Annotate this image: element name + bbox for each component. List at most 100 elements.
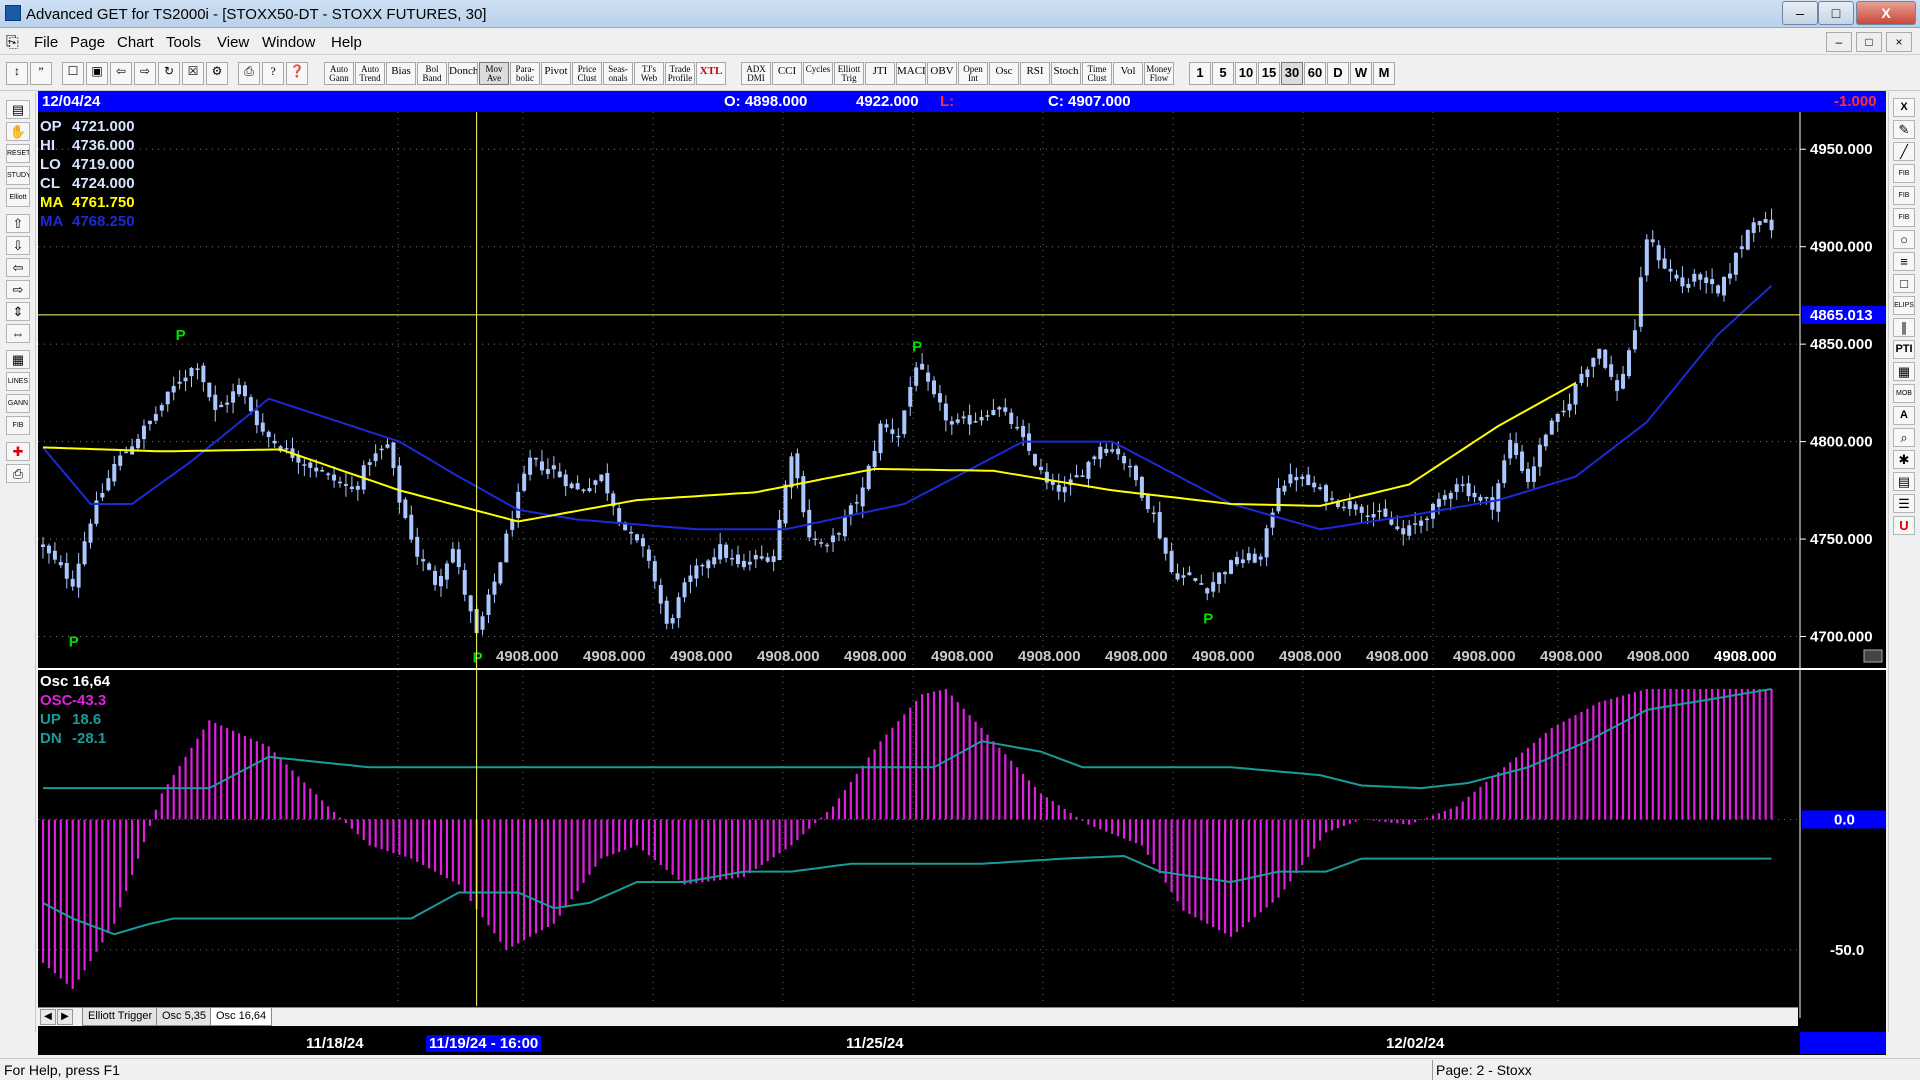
left-tool-down-icon[interactable]: ⇩ xyxy=(6,236,30,255)
pointer-icon[interactable]: ↕ xyxy=(6,62,28,85)
study-button-time-clust[interactable]: Time Clust xyxy=(1082,62,1112,85)
study-button-vol[interactable]: Vol xyxy=(1113,62,1143,85)
left-tool-print-icon[interactable]: ⎙ xyxy=(6,464,30,483)
study-button-donch[interactable]: Donch xyxy=(448,62,478,85)
left-tool-gann-icon[interactable]: GANN xyxy=(6,394,30,413)
study-button-trade-profile[interactable]: Trade Profile xyxy=(665,62,695,85)
right-tool-grid-icon[interactable]: ▦ xyxy=(1893,362,1915,381)
right-tool-pti-icon[interactable]: PTI xyxy=(1893,340,1915,359)
left-tool-fib-icon[interactable]: FIB xyxy=(6,416,30,435)
tab-osc-16-64[interactable]: Osc 16,64 xyxy=(210,1008,273,1026)
tab-next-icon[interactable]: ▶ xyxy=(57,1009,73,1025)
period-button-30[interactable]: 30 xyxy=(1281,62,1303,85)
menu-window[interactable]: Window xyxy=(262,34,315,51)
study-button-open-int[interactable]: Open Int xyxy=(958,62,988,85)
study-button-para-bolic[interactable]: Para-bolic xyxy=(510,62,540,85)
right-tool-fib-ext-icon[interactable]: FIB EXT xyxy=(1893,186,1915,205)
study-button-bol-band[interactable]: Bol Band xyxy=(417,62,447,85)
study-button-cycles[interactable]: Cycles xyxy=(803,62,833,85)
period-button-w[interactable]: W xyxy=(1350,62,1372,85)
save-icon[interactable]: ▣ xyxy=(86,62,108,85)
left-tool-open-icon[interactable]: ▤ xyxy=(6,100,30,119)
right-tool-circle-icon[interactable]: ○ xyxy=(1893,230,1915,249)
left-tool-cross-icon[interactable]: ✚ xyxy=(6,442,30,461)
study-button-jti[interactable]: JTI xyxy=(865,62,895,85)
document-icon[interactable]: ⎘ xyxy=(6,34,19,52)
period-button-m[interactable]: M xyxy=(1373,62,1395,85)
back-icon[interactable]: ⇦ xyxy=(110,62,132,85)
close-button[interactable]: X xyxy=(1856,1,1916,25)
right-tool-fib-ret-icon[interactable]: FIB RET xyxy=(1893,164,1915,183)
study-button-obv[interactable]: OBV xyxy=(927,62,957,85)
left-tool-elliott-icon[interactable]: Elliott xyxy=(6,188,30,207)
study-button-rsi[interactable]: RSI xyxy=(1020,62,1050,85)
right-tool-x-icon[interactable]: X xyxy=(1893,98,1915,117)
right-tool-line-icon[interactable]: ╱ xyxy=(1893,142,1915,161)
cancel-icon[interactable]: ☒ xyxy=(182,62,204,85)
menu-view[interactable]: View xyxy=(217,34,249,51)
period-button-1[interactable]: 1 xyxy=(1189,62,1211,85)
left-tool-grid-icon[interactable]: ▦ xyxy=(6,350,30,369)
left-tool-up-icon[interactable]: ⇧ xyxy=(6,214,30,233)
mdi-close-button[interactable]: × xyxy=(1886,32,1912,52)
study-button-money-flow[interactable]: Money Flow xyxy=(1144,62,1174,85)
right-tool-u-icon[interactable]: U xyxy=(1893,516,1915,535)
right-tool-mob-icon[interactable]: MOB xyxy=(1893,384,1915,403)
left-tool-study-icon[interactable]: STUDY xyxy=(6,166,30,185)
right-tool-fan-icon[interactable]: ≡ xyxy=(1893,252,1915,271)
study-button-auto-gann[interactable]: Auto Gann xyxy=(324,62,354,85)
right-tool-paint-icon[interactable]: ✱ xyxy=(1893,450,1915,469)
study-button-pivot[interactable]: Pivot xyxy=(541,62,571,85)
study-button-adx-dmi[interactable]: ADX DMI xyxy=(741,62,771,85)
study-button-seas-onals[interactable]: Seas-onals xyxy=(603,62,633,85)
study-button-bias[interactable]: Bias xyxy=(386,62,416,85)
left-tool-fit-icon[interactable]: ⇕ xyxy=(6,302,30,321)
tab-elliott-trigger[interactable]: Elliott Trigger xyxy=(82,1008,159,1026)
new-page-icon[interactable]: ☐ xyxy=(62,62,84,85)
left-tool-reset-icon[interactable]: RESET xyxy=(6,144,30,163)
right-tool-fib-time-icon[interactable]: FIB TIME xyxy=(1893,208,1915,227)
menu-file[interactable]: File xyxy=(34,34,58,51)
scale-toggle-icon[interactable] xyxy=(1863,649,1883,663)
left-tool-left-icon[interactable]: ⇦ xyxy=(6,258,30,277)
study-button-stoch[interactable]: Stoch xyxy=(1051,62,1081,85)
left-tool-zoom-icon[interactable]: ⇔ xyxy=(6,324,30,343)
right-tool-chan-icon[interactable]: ∥ xyxy=(1893,318,1915,337)
study-button-osc[interactable]: Osc xyxy=(989,62,1019,85)
settings-icon[interactable]: ⚙ xyxy=(206,62,228,85)
quote-icon[interactable]: ” xyxy=(30,62,52,85)
print-icon[interactable]: ⎙ xyxy=(238,62,260,85)
study-button-macd[interactable]: MACD xyxy=(896,62,926,85)
forward-icon[interactable]: ⇨ xyxy=(134,62,156,85)
right-tool-pencil-icon[interactable]: ✎ xyxy=(1893,120,1915,139)
right-tool-tree-icon[interactable]: ☰ xyxy=(1893,494,1915,513)
menu-chart[interactable]: Chart xyxy=(117,34,154,51)
tab-prev-icon[interactable]: ◀ xyxy=(40,1009,56,1025)
period-button-5[interactable]: 5 xyxy=(1212,62,1234,85)
study-button-price-clust[interactable]: Price Clust xyxy=(572,62,602,85)
right-tool-a-icon[interactable]: A xyxy=(1893,406,1915,425)
refresh-icon[interactable]: ↻ xyxy=(158,62,180,85)
left-tool-hand-icon[interactable]: ✋ xyxy=(6,122,30,141)
menu-help[interactable]: Help xyxy=(331,34,362,51)
tab-osc-5-35[interactable]: Osc 5,35 xyxy=(156,1008,213,1026)
right-tool-elips-icon[interactable]: ELIPS xyxy=(1893,296,1915,315)
hint-icon[interactable]: ? xyxy=(262,62,284,85)
study-button-auto-trend[interactable]: Auto Trend xyxy=(355,62,385,85)
period-button-10[interactable]: 10 xyxy=(1235,62,1257,85)
mdi-minimize-button[interactable]: – xyxy=(1826,32,1852,52)
left-tool-right-icon[interactable]: ⇨ xyxy=(6,280,30,299)
period-button-60[interactable]: 60 xyxy=(1304,62,1326,85)
study-button-tj-s-web[interactable]: TJ's Web xyxy=(634,62,664,85)
period-button-d[interactable]: D xyxy=(1327,62,1349,85)
mdi-restore-button[interactable]: □ xyxy=(1856,32,1882,52)
study-button-cci[interactable]: CCI xyxy=(772,62,802,85)
period-button-15[interactable]: 15 xyxy=(1258,62,1280,85)
study-button-xtl[interactable]: XTL xyxy=(696,62,726,85)
chart-window[interactable]: 12/04/24 O: 4898.000 4922.000 L: C: 4907… xyxy=(38,91,1886,1055)
minimize-button[interactable]: – xyxy=(1782,1,1818,25)
right-tool-calc-icon[interactable]: ▤ xyxy=(1893,472,1915,491)
menu-tools[interactable]: Tools xyxy=(166,34,201,51)
help-icon[interactable]: ❓ xyxy=(286,62,308,85)
right-tool-zoom-icon[interactable]: ⌕ xyxy=(1893,428,1915,447)
